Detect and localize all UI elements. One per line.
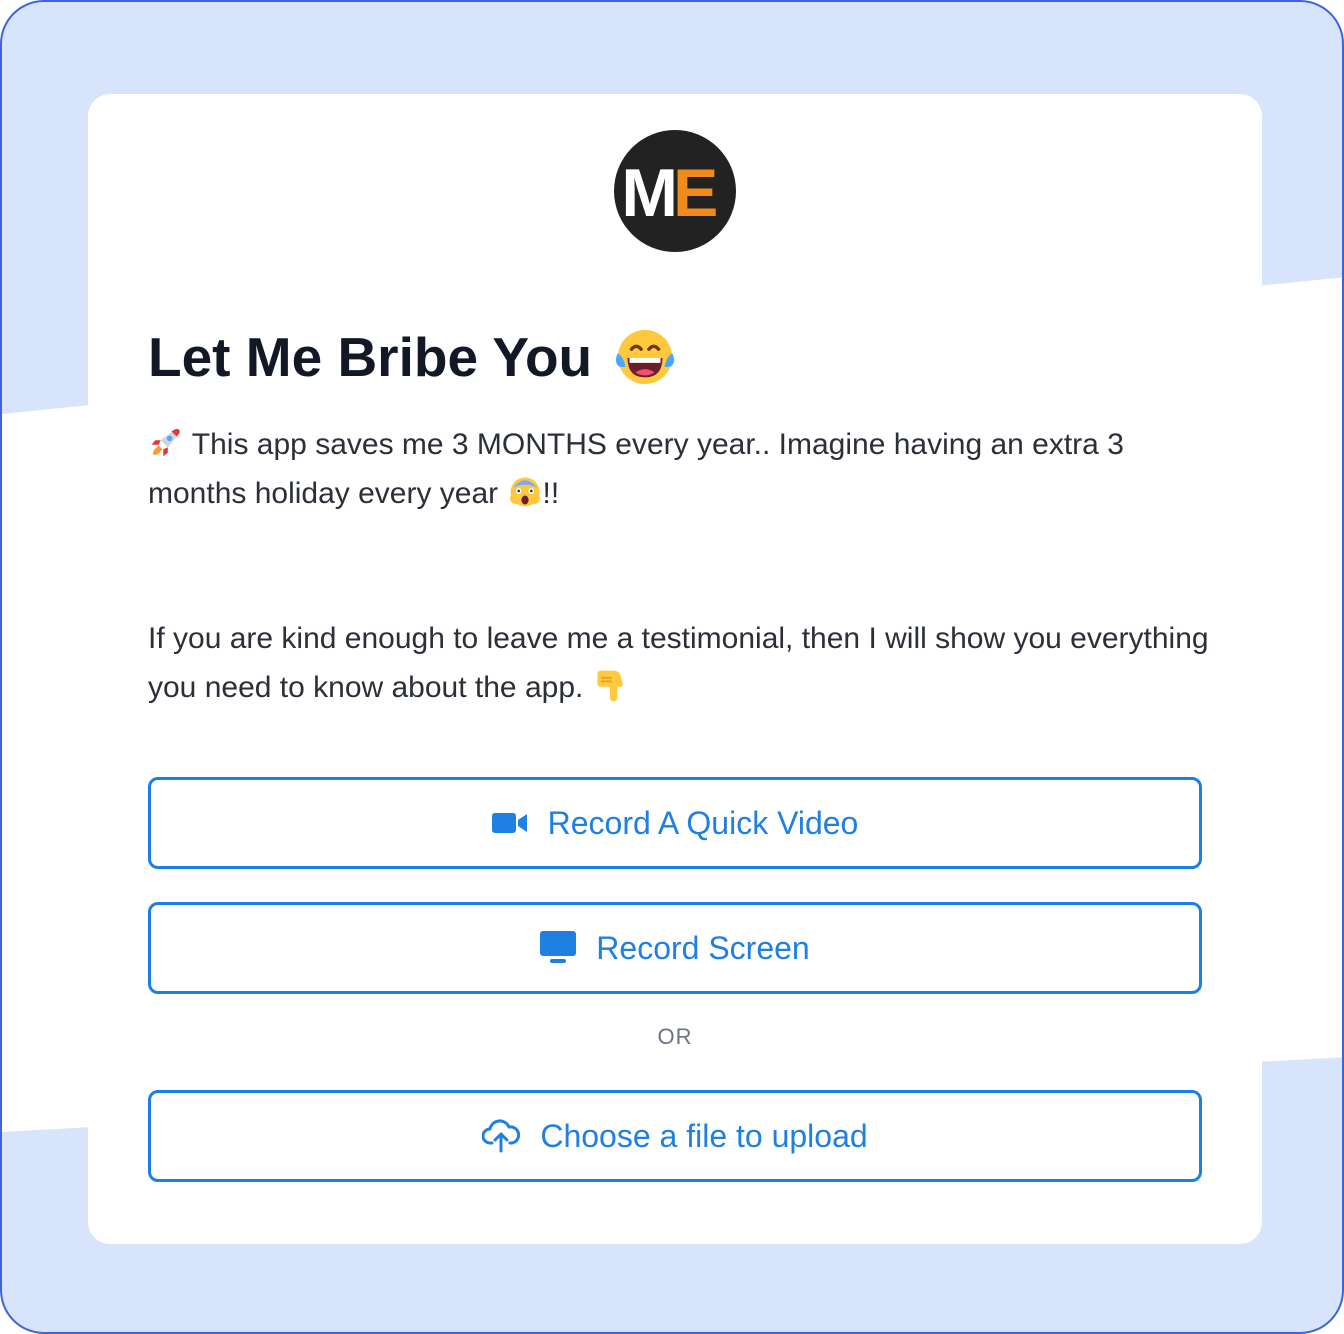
upload-file-button[interactable]: Choose a file to upload (148, 1090, 1202, 1182)
laughing-tears-emoji-icon (616, 329, 675, 385)
screaming-face-emoji-icon (509, 477, 540, 507)
or-separator: OR (657, 1024, 693, 1049)
record-screen-label: Record Screen (596, 929, 810, 966)
upload-file-label: Choose a file to upload (540, 1117, 868, 1154)
testimonial-card: M E Let Me Bribe You This app saves me 3… (88, 94, 1262, 1244)
video-camera-icon (491, 811, 528, 835)
page-title: Let Me Bribe You (148, 326, 593, 388)
rocket-emoji-icon (151, 428, 180, 457)
logo-letter-e: E (673, 155, 718, 231)
pointing-down-emoji-icon (597, 670, 623, 702)
monitor-icon (540, 931, 577, 965)
record-video-label: Record A Quick Video (547, 804, 859, 841)
logo-letter-m: M (621, 155, 674, 231)
intro-paragraph: This app saves me 3 MONTHS every year.. … (148, 420, 1218, 518)
intro-text: This app saves me 3 MONTHS every year.. … (148, 428, 1124, 510)
cloud-upload-icon (482, 1119, 521, 1153)
brand-logo: M E (614, 130, 736, 252)
request-text: If you are kind enough to leave me a tes… (148, 622, 1209, 704)
page-frame: M E Let Me Bribe You This app saves me 3… (0, 0, 1344, 1334)
record-video-button[interactable]: Record A Quick Video (148, 777, 1202, 869)
record-screen-button[interactable]: Record Screen (148, 902, 1202, 994)
request-paragraph: If you are kind enough to leave me a tes… (148, 614, 1218, 712)
intro-suffix: !! (542, 477, 560, 510)
title-row: Let Me Bribe You (148, 322, 676, 392)
